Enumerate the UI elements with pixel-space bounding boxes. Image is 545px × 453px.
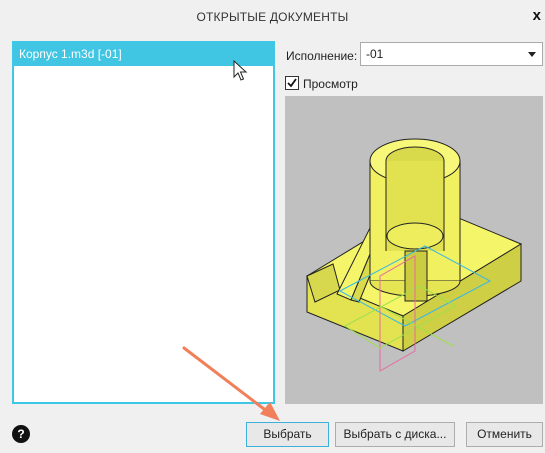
select-from-disk-button[interactable]: Выбрать с диска... [335, 422, 455, 447]
variant-label: Исполнение: [286, 49, 358, 63]
chevron-down-icon [528, 52, 536, 57]
model-render [305, 138, 523, 372]
model-preview [285, 96, 543, 404]
help-icon[interactable]: ? [12, 425, 30, 443]
open-documents-dialog: ОТКРЫТЫЕ ДОКУМЕНТЫ x Корпус 1.m3d [-01] … [0, 0, 545, 453]
check-icon [287, 78, 297, 88]
close-icon[interactable]: x [533, 7, 541, 24]
dialog-title: ОТКРЫТЫЕ ДОКУМЕНТЫ [196, 10, 349, 24]
preview-label: Просмотр [303, 77, 358, 91]
mouse-pointer-icon [233, 60, 248, 81]
preview-checkbox[interactable] [285, 76, 299, 90]
variant-value: -01 [366, 47, 384, 61]
title-bar: ОТКРЫТЫЕ ДОКУМЕНТЫ x [0, 0, 545, 32]
annotation-arrow [182, 346, 280, 421]
variant-select[interactable]: -01 [360, 42, 543, 66]
cancel-button[interactable]: Отменить [466, 422, 543, 447]
